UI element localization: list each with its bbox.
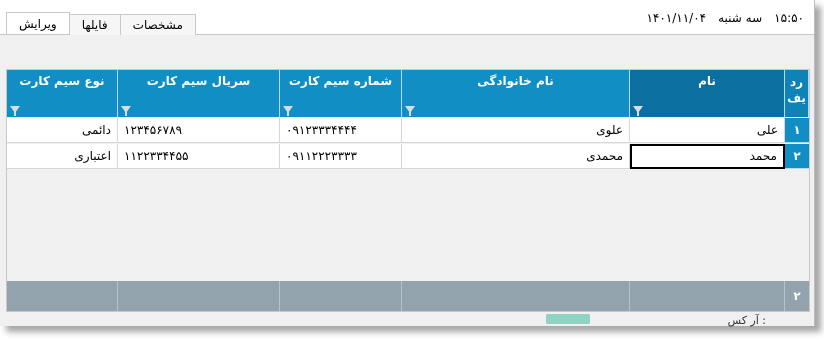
footer-cell-number [280,281,402,311]
weekday-label: سه شنبه [718,11,763,25]
status-button[interactable] [546,314,590,324]
cell-name[interactable]: علی [630,118,785,143]
cell-family[interactable]: محمدی [402,144,630,169]
tab-files[interactable]: فایلها [68,14,121,35]
cell-serial[interactable]: ۱۱۲۲۳۳۴۴۵۵ [118,144,280,169]
status-text: : آر کس [727,314,766,327]
time-label: ۱۵:۵۰ [774,11,804,25]
column-label-row: رد یف [787,75,806,105]
tab-strip: ویرایش فایلها مشخصات [6,12,196,35]
filter-icon[interactable] [283,106,293,116]
column-label-family: نام خانوادگی [477,74,554,88]
table-row[interactable]: دائمی ۱۲۳۴۵۶۷۸۹ ۰۹۱۲۳۳۳۴۴۴۴ علوی علی ۱ [7,118,809,143]
column-header-family[interactable]: نام خانوادگی [402,70,630,117]
sim-card-grid: نوع سیم کارت سریال سیم کارت شماره سیم کا… [6,69,810,312]
grid-header: نوع سیم کارت سریال سیم کارت شماره سیم کا… [7,70,809,117]
tab-edit[interactable]: ویرایش [6,12,70,34]
top-bar: ویرایش فایلها مشخصات ۱۵:۵۰ سه شنبه ۱۴۰۱/… [0,0,814,35]
column-label-name: نام [698,74,716,88]
column-header-number[interactable]: شماره سیم کارت [280,70,402,117]
row-number[interactable]: ۱ [785,118,809,143]
column-header-serial[interactable]: سریال سیم کارت [118,70,280,117]
column-header-row[interactable]: رد یف [785,70,809,117]
cell-name-focused[interactable]: محمد [630,144,785,169]
date-time-display: ۱۵:۵۰ سه شنبه ۱۴۰۱/۱۱/۰۴ [646,11,804,25]
grid-footer: ۲ [7,281,809,311]
footer-cell-name [630,281,785,311]
footer-cell-serial [118,281,280,311]
cell-number[interactable]: ۰۹۱۱۲۲۲۳۳۳۳ [280,144,402,169]
filter-icon[interactable] [633,106,643,116]
row-number[interactable]: ۲ [785,144,809,169]
column-header-name[interactable]: نام [630,70,785,117]
column-label-number: شماره سیم کارت [288,74,393,88]
cell-family[interactable]: علوی [402,118,630,143]
footer-cell-type [7,281,118,311]
cell-number[interactable]: ۰۹۱۲۳۳۳۴۴۴۴ [280,118,402,143]
cell-type[interactable]: اعتباری [7,144,118,169]
date-label: ۱۴۰۱/۱۱/۰۴ [646,11,707,25]
footer-cell-family [402,281,630,311]
filter-icon[interactable] [10,106,20,116]
app-window: ویرایش فایلها مشخصات ۱۵:۵۰ سه شنبه ۱۴۰۱/… [0,0,815,327]
filter-icon[interactable] [405,106,415,116]
tab-details[interactable]: مشخصات [119,14,196,35]
column-label-serial: سریال سیم کارت [146,74,251,88]
cell-type[interactable]: دائمی [7,118,118,143]
table-row[interactable]: اعتباری ۱۱۲۲۳۳۴۴۵۵ ۰۹۱۱۲۲۲۳۳۳۳ محمدی محم… [7,144,809,169]
cell-serial[interactable]: ۱۲۳۴۵۶۷۸۹ [118,118,280,143]
column-header-type[interactable]: نوع سیم کارت [7,70,118,117]
footer-row-count: ۲ [793,289,801,303]
column-label-type: نوع سیم کارت [19,74,105,88]
filter-icon[interactable] [121,106,131,116]
